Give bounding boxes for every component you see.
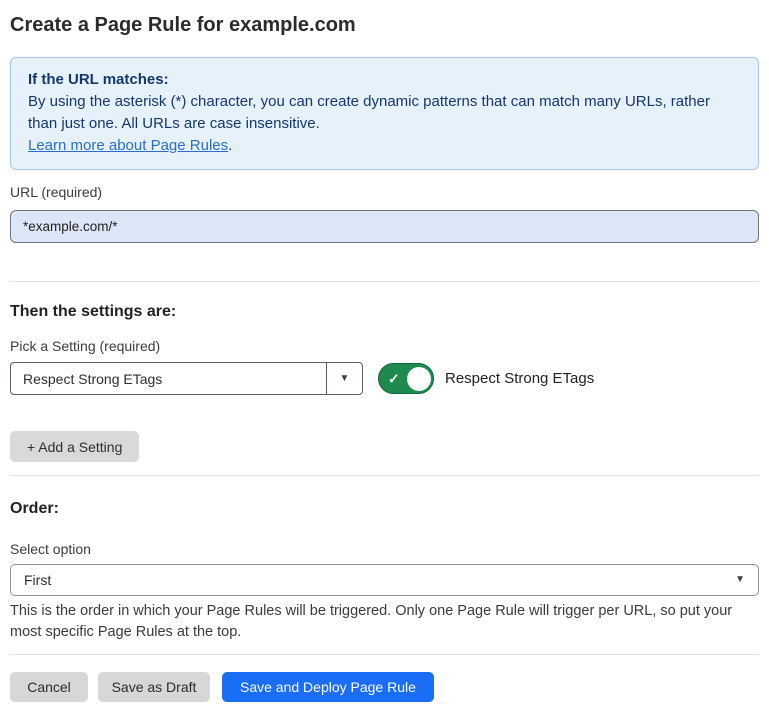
page-title: Create a Page Rule for example.com [10, 12, 759, 38]
order-help-text: This is the order in which your Page Rul… [10, 601, 759, 643]
order-section-heading: Order: [10, 498, 759, 520]
setting-row: Respect Strong ETags ▼ ✓ Respect Strong … [10, 362, 759, 395]
order-select[interactable]: First ▼ [10, 564, 759, 596]
order-select-value: First [24, 572, 51, 588]
link-suffix: . [228, 137, 232, 154]
url-input[interactable] [10, 210, 759, 243]
learn-more-link[interactable]: Learn more about Page Rules [28, 137, 228, 154]
url-match-info-box: If the URL matches: By using the asteris… [10, 57, 759, 170]
dropdown-arrow-button[interactable]: ▼ [326, 363, 362, 394]
save-deploy-button[interactable]: Save and Deploy Page Rule [222, 672, 434, 702]
section-divider [10, 281, 759, 282]
info-box-heading: If the URL matches: [28, 69, 741, 91]
save-draft-button[interactable]: Save as Draft [98, 672, 210, 702]
chevron-down-icon: ▼ [735, 575, 745, 585]
toggle-knob [407, 367, 431, 391]
cancel-button[interactable]: Cancel [10, 672, 88, 702]
info-box-body: By using the asterisk (*) character, you… [28, 91, 741, 135]
info-box-link-line: Learn more about Page Rules. [28, 135, 741, 157]
footer-divider [10, 654, 759, 655]
add-setting-button[interactable]: + Add a Setting [10, 431, 139, 462]
pick-setting-dropdown-value: Respect Strong ETags [11, 363, 326, 394]
url-field-label: URL (required) [10, 183, 759, 201]
chevron-down-icon: ▼ [340, 374, 350, 384]
setting-toggle[interactable]: ✓ [378, 363, 434, 394]
pick-setting-dropdown[interactable]: Respect Strong ETags ▼ [10, 362, 363, 395]
pick-setting-label: Pick a Setting (required) [10, 337, 759, 355]
order-select-label: Select option [10, 540, 759, 558]
check-icon: ✓ [388, 370, 400, 387]
section-divider [10, 475, 759, 476]
setting-toggle-label: Respect Strong ETags [445, 370, 594, 387]
footer-actions: Cancel Save as Draft Save and Deploy Pag… [10, 672, 759, 702]
settings-section-heading: Then the settings are: [10, 301, 759, 323]
